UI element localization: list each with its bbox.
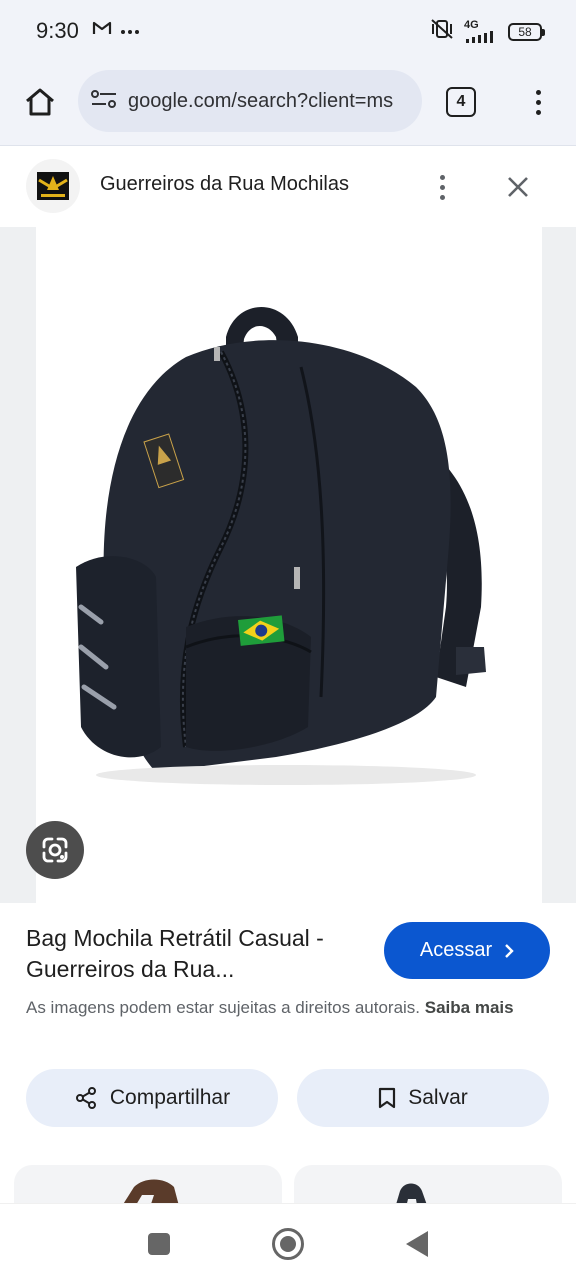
status-bar: 9:30 4G 58 xyxy=(0,0,576,62)
more-notifications-icon xyxy=(120,22,140,40)
chevron-right-icon xyxy=(505,943,514,958)
site-settings-icon[interactable] xyxy=(90,88,118,115)
more-vert-icon[interactable] xyxy=(428,167,456,207)
recents-icon[interactable] xyxy=(148,1233,170,1255)
image-preview-area xyxy=(0,227,576,903)
signal-icon: 4G xyxy=(464,20,498,43)
overflow-menu-icon[interactable] xyxy=(524,82,552,122)
copyright-text: As imagens podem estar sujeitas a direit… xyxy=(26,998,421,1017)
image-viewer-header: Guerreiros da Rua Mochilas xyxy=(0,147,576,227)
battery-icon: 58 xyxy=(508,22,545,41)
status-time: 9:30 xyxy=(36,18,79,43)
copyright-notice: As imagens podem estar sujeitas a direit… xyxy=(26,995,556,1020)
browser-toolbar: google.com/search?client=ms 4 xyxy=(0,62,576,146)
product-image[interactable] xyxy=(36,227,542,903)
gmail-icon xyxy=(92,20,112,41)
close-icon xyxy=(508,177,528,197)
lens-icon xyxy=(42,837,68,863)
back-icon[interactable] xyxy=(406,1231,428,1257)
result-details: Bag Mochila Retrátil Casual - Guerreiros… xyxy=(0,903,576,1225)
mute-vibrate-icon xyxy=(430,18,454,45)
save-button[interactable]: Salvar xyxy=(297,1069,549,1127)
site-logo-icon xyxy=(26,159,80,213)
url-text: google.com/search?client=ms xyxy=(128,89,394,112)
result-title[interactable]: Bag Mochila Retrátil Casual - Guerreiros… xyxy=(26,923,366,985)
system-navigation-bar xyxy=(0,1203,576,1280)
save-label: Salvar xyxy=(408,1086,468,1109)
tab-switcher-button[interactable]: 4 xyxy=(446,87,476,117)
learn-more-link[interactable]: Saiba mais xyxy=(425,998,514,1017)
home-icon xyxy=(26,88,54,116)
home-nav-icon[interactable] xyxy=(272,1228,304,1260)
share-label: Compartilhar xyxy=(109,1086,231,1109)
network-type: 4G xyxy=(464,19,479,31)
share-button[interactable]: Compartilhar xyxy=(26,1069,278,1127)
address-bar[interactable]: google.com/search?client=ms xyxy=(78,70,422,132)
site-name: Guerreiros da Rua Mochilas xyxy=(100,173,349,195)
bookmark-icon xyxy=(379,1087,396,1109)
visit-button[interactable]: Acessar xyxy=(384,922,550,979)
share-icon xyxy=(75,1087,96,1109)
home-button[interactable] xyxy=(20,82,60,122)
google-lens-button[interactable] xyxy=(26,821,84,879)
visit-label: Acessar xyxy=(419,939,493,961)
close-button[interactable] xyxy=(498,167,538,207)
